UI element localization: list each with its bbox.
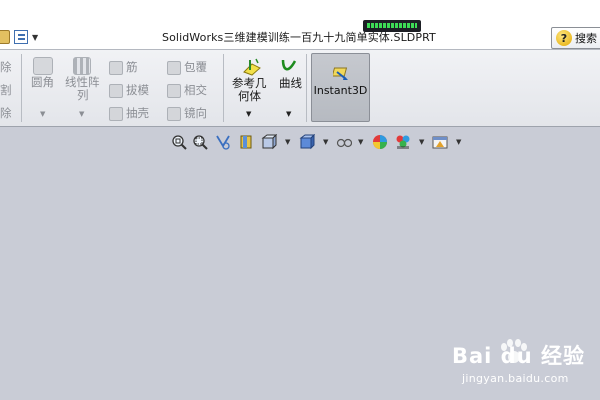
ribbon-cut-item-1[interactable]: 除 (0, 59, 12, 75)
dynamic-annotation-view-icon[interactable] (261, 134, 277, 150)
view-settings-dropdown-caret-icon[interactable]: ▼ (456, 138, 461, 146)
watermark-brand: Bai du 经验 (452, 344, 585, 368)
title-bar: ▼ SolidWorks三维建模训练一百九十九简单实体.SLDPRT ? 搜索 (0, 0, 600, 50)
quick-access-toolbar: ▼ (0, 27, 38, 47)
ribbon-separator (306, 54, 307, 122)
instant3d-toggle[interactable]: Instant3D (311, 53, 370, 122)
ribbon-separator (21, 54, 22, 122)
edit-appearance-icon[interactable] (395, 134, 411, 150)
watermark-url: jingyan.baidu.com (462, 372, 569, 385)
view-orientation-icon[interactable] (299, 134, 315, 150)
shell-button[interactable]: 抽壳 (109, 105, 149, 121)
intersect-label: 相交 (184, 83, 207, 97)
mirror-icon (167, 106, 181, 121)
curves-button[interactable]: 曲线 (279, 75, 302, 91)
curves-dropdown-caret-icon[interactable]: ▼ (286, 110, 291, 118)
wrap-button[interactable]: 包覆 (167, 59, 207, 75)
search-button[interactable]: ? 搜索 (551, 27, 600, 49)
zoom-to-area-icon[interactable] (192, 134, 208, 150)
shell-icon (109, 106, 123, 121)
quick-access-dropdown-caret-icon[interactable]: ▼ (32, 33, 38, 42)
draft-icon (109, 83, 123, 98)
wrap-icon (167, 60, 181, 75)
curves-icon (281, 59, 297, 71)
rib-icon (109, 60, 123, 75)
ribbon-cut-item-3[interactable]: 除 (0, 105, 12, 121)
zoom-to-fit-icon[interactable] (171, 134, 187, 150)
draft-label: 拔模 (126, 83, 149, 97)
previous-view-icon[interactable] (215, 134, 231, 150)
solidworks-window: ▼ SolidWorks三维建模训练一百九十九简单实体.SLDPRT ? 搜索 … (0, 0, 600, 400)
section-view-icon[interactable] (238, 134, 254, 150)
linear-pattern-icon (73, 57, 91, 75)
reference-geometry-icon (243, 58, 261, 76)
rib-label: 筋 (126, 60, 138, 74)
shell-label: 抽壳 (126, 106, 149, 120)
fillet-icon (33, 57, 53, 75)
draft-button[interactable]: 拔模 (109, 82, 149, 98)
linear-pattern-dropdown-caret-icon[interactable]: ▼ (79, 110, 84, 118)
instant3d-label: Instant3D (313, 84, 368, 97)
linear-pattern-button-line2[interactable]: 列 (77, 87, 89, 103)
display-style-dropdown-caret-icon[interactable]: ▼ (358, 138, 363, 146)
window-title: SolidWorks三维建模训练一百九十九简单实体.SLDPRT (162, 31, 436, 44)
view-settings-icon[interactable] (432, 134, 448, 150)
options-gear-icon[interactable] (0, 30, 10, 44)
instant3d-icon (333, 67, 348, 80)
display-style-icon[interactable] (336, 134, 352, 150)
intersect-icon (167, 83, 181, 98)
mirror-label: 镜向 (184, 106, 207, 120)
wrap-label: 包覆 (184, 60, 207, 74)
dynamic-annotation-dropdown-caret-icon[interactable]: ▼ (285, 138, 290, 146)
reference-geometry-button-line2[interactable]: 何体 (238, 88, 261, 104)
help-question-icon: ? (556, 30, 572, 46)
rib-button[interactable]: 筋 (109, 59, 138, 75)
edit-appearance-dropdown-caret-icon[interactable]: ▼ (419, 138, 424, 146)
ribbon-separator (223, 54, 224, 122)
fillet-dropdown-caret-icon[interactable]: ▼ (40, 110, 45, 118)
hide-show-items-icon[interactable] (372, 134, 388, 150)
fillet-button[interactable]: 圆角 (31, 74, 54, 90)
reference-geometry-dropdown-caret-icon[interactable]: ▼ (246, 110, 251, 118)
ribbon-cut-item-2[interactable]: 割 (0, 82, 12, 98)
view-orientation-dropdown-caret-icon[interactable]: ▼ (323, 138, 328, 146)
intersect-button[interactable]: 相交 (167, 82, 207, 98)
search-label: 搜索 (575, 32, 597, 45)
file-properties-icon[interactable] (14, 30, 28, 44)
mirror-button[interactable]: 镜向 (167, 105, 207, 121)
